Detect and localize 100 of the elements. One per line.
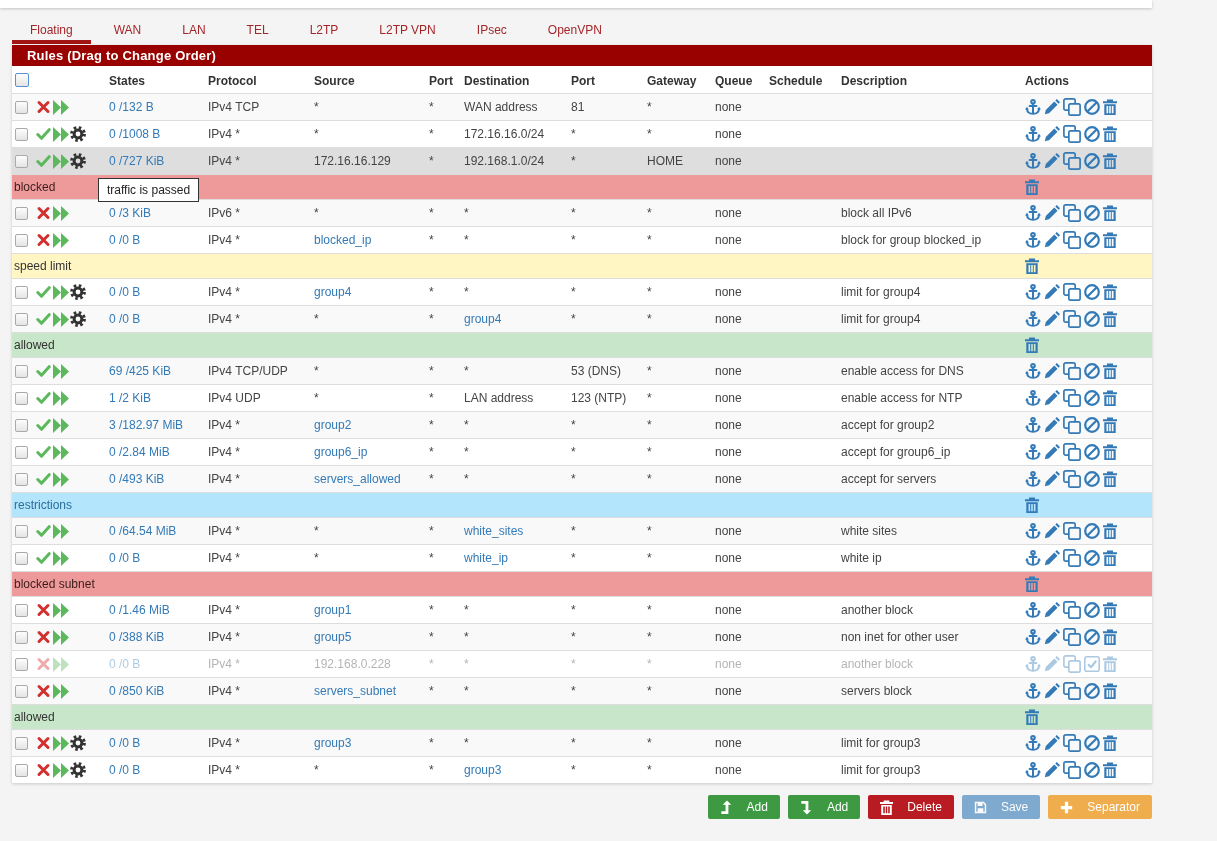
anchor-icon[interactable]	[1025, 153, 1041, 169]
alias-link[interactable]: group5	[314, 630, 352, 644]
copy-icon[interactable]	[1063, 734, 1081, 752]
anchor-icon[interactable]	[1025, 629, 1041, 645]
anchor-icon[interactable]	[1025, 232, 1041, 248]
trash-icon[interactable]	[1103, 99, 1117, 115]
row-checkbox[interactable]	[15, 736, 28, 750]
row-checkbox[interactable]	[15, 364, 28, 378]
alias-link[interactable]: servers_allowed	[314, 472, 401, 486]
row-checkbox[interactable]	[15, 127, 28, 141]
copy-icon[interactable]	[1063, 549, 1081, 567]
ban-icon[interactable]	[1084, 311, 1100, 327]
ban-icon[interactable]	[1084, 126, 1100, 142]
pencil-icon[interactable]	[1044, 417, 1060, 433]
pencil-icon[interactable]	[1044, 602, 1060, 618]
row-checkbox[interactable]	[15, 206, 28, 220]
pencil-icon[interactable]	[1044, 523, 1060, 539]
row-checkbox[interactable]	[15, 472, 28, 486]
states-link[interactable]: 0 /493 KiB	[109, 472, 165, 486]
alias-link[interactable]: white_sites	[464, 524, 524, 538]
trash-icon[interactable]	[1025, 709, 1039, 725]
ban-icon[interactable]	[1084, 99, 1100, 115]
states-link[interactable]: 0 /727 KiB	[109, 154, 165, 168]
copy-icon[interactable]	[1063, 443, 1081, 461]
trash-icon[interactable]	[1103, 390, 1117, 406]
pencil-icon[interactable]	[1044, 126, 1060, 142]
trash-icon[interactable]	[1103, 735, 1117, 751]
pencil-icon[interactable]	[1044, 153, 1060, 169]
trash-icon[interactable]	[1103, 471, 1117, 487]
copy-icon[interactable]	[1063, 416, 1081, 434]
trash-icon[interactable]	[1103, 363, 1117, 379]
copy-icon[interactable]	[1063, 389, 1081, 407]
anchor-icon[interactable]	[1025, 523, 1041, 539]
copy-icon[interactable]	[1063, 204, 1081, 222]
trash-icon[interactable]	[1103, 444, 1117, 460]
row-checkbox[interactable]	[15, 603, 28, 617]
ban-icon[interactable]	[1084, 523, 1100, 539]
states-link[interactable]: 0 /0 B	[109, 551, 141, 565]
states-link[interactable]: 0 /0 B	[109, 233, 141, 247]
trash-icon[interactable]	[1025, 497, 1039, 513]
states-link[interactable]: 0 /0 B	[109, 736, 141, 750]
trash-icon[interactable]	[1103, 153, 1117, 169]
row-checkbox[interactable]	[15, 391, 28, 405]
anchor-icon[interactable]	[1025, 602, 1041, 618]
trash-icon[interactable]	[1103, 232, 1117, 248]
states-link[interactable]: 0 /388 KiB	[109, 630, 165, 644]
tab[interactable]: L2TP	[291, 18, 357, 44]
row-checkbox[interactable]	[15, 100, 28, 114]
row-checkbox[interactable]	[15, 763, 28, 777]
row-checkbox[interactable]	[15, 524, 28, 538]
pencil-icon[interactable]	[1044, 735, 1060, 751]
ban-icon[interactable]	[1084, 683, 1100, 699]
row-checkbox[interactable]	[15, 312, 28, 326]
trash-icon[interactable]	[1103, 762, 1117, 778]
row-checkbox[interactable]	[15, 445, 28, 459]
copy-icon[interactable]	[1063, 761, 1081, 779]
tab[interactable]: IPsec	[458, 18, 525, 44]
ban-icon[interactable]	[1084, 363, 1100, 379]
row-checkbox[interactable]	[15, 285, 28, 299]
copy-icon[interactable]	[1063, 362, 1081, 380]
ban-icon[interactable]	[1084, 629, 1100, 645]
alias-link[interactable]: group1	[314, 603, 352, 617]
pencil-icon[interactable]	[1044, 205, 1060, 221]
alias-link[interactable]: group6_ip	[314, 445, 368, 459]
pencil-icon[interactable]	[1044, 629, 1060, 645]
row-checkbox[interactable]	[15, 154, 28, 168]
anchor-icon[interactable]	[1025, 683, 1041, 699]
tab[interactable]: TEL	[228, 18, 287, 44]
states-link[interactable]: 0 /3 KiB	[109, 206, 152, 220]
alias-link[interactable]: group3	[314, 736, 352, 750]
copy-icon[interactable]	[1063, 601, 1081, 619]
anchor-icon[interactable]	[1025, 363, 1041, 379]
tab[interactable]: OpenVPN	[529, 18, 620, 44]
copy-icon[interactable]	[1063, 152, 1081, 170]
copy-icon[interactable]	[1063, 231, 1081, 249]
ban-icon[interactable]	[1084, 602, 1100, 618]
pencil-icon[interactable]	[1044, 762, 1060, 778]
anchor-icon[interactable]	[1025, 471, 1041, 487]
ban-icon[interactable]	[1084, 205, 1100, 221]
copy-icon[interactable]	[1063, 470, 1081, 488]
trash-icon[interactable]	[1103, 417, 1117, 433]
states-link[interactable]: 69 /425 KiB	[109, 364, 172, 378]
ban-icon[interactable]	[1084, 153, 1100, 169]
anchor-icon[interactable]	[1025, 417, 1041, 433]
pencil-icon[interactable]	[1044, 363, 1060, 379]
anchor-icon[interactable]	[1025, 205, 1041, 221]
trash-icon[interactable]	[1025, 337, 1039, 353]
trash-icon[interactable]	[1103, 550, 1117, 566]
ban-icon[interactable]	[1084, 471, 1100, 487]
ban-icon[interactable]	[1084, 284, 1100, 300]
anchor-icon[interactable]	[1025, 311, 1041, 327]
states-link[interactable]: 0 /0 B	[109, 763, 141, 777]
alias-link[interactable]: servers_subnet	[314, 684, 397, 698]
trash-icon[interactable]	[1103, 311, 1117, 327]
copy-icon[interactable]	[1063, 628, 1081, 646]
trash-icon[interactable]	[1103, 629, 1117, 645]
pencil-icon[interactable]	[1044, 683, 1060, 699]
states-link[interactable]: 3 /182.97 MiB	[109, 418, 184, 432]
states-link[interactable]: 0 /850 KiB	[109, 684, 165, 698]
alias-link[interactable]: blocked_ip	[314, 233, 372, 247]
